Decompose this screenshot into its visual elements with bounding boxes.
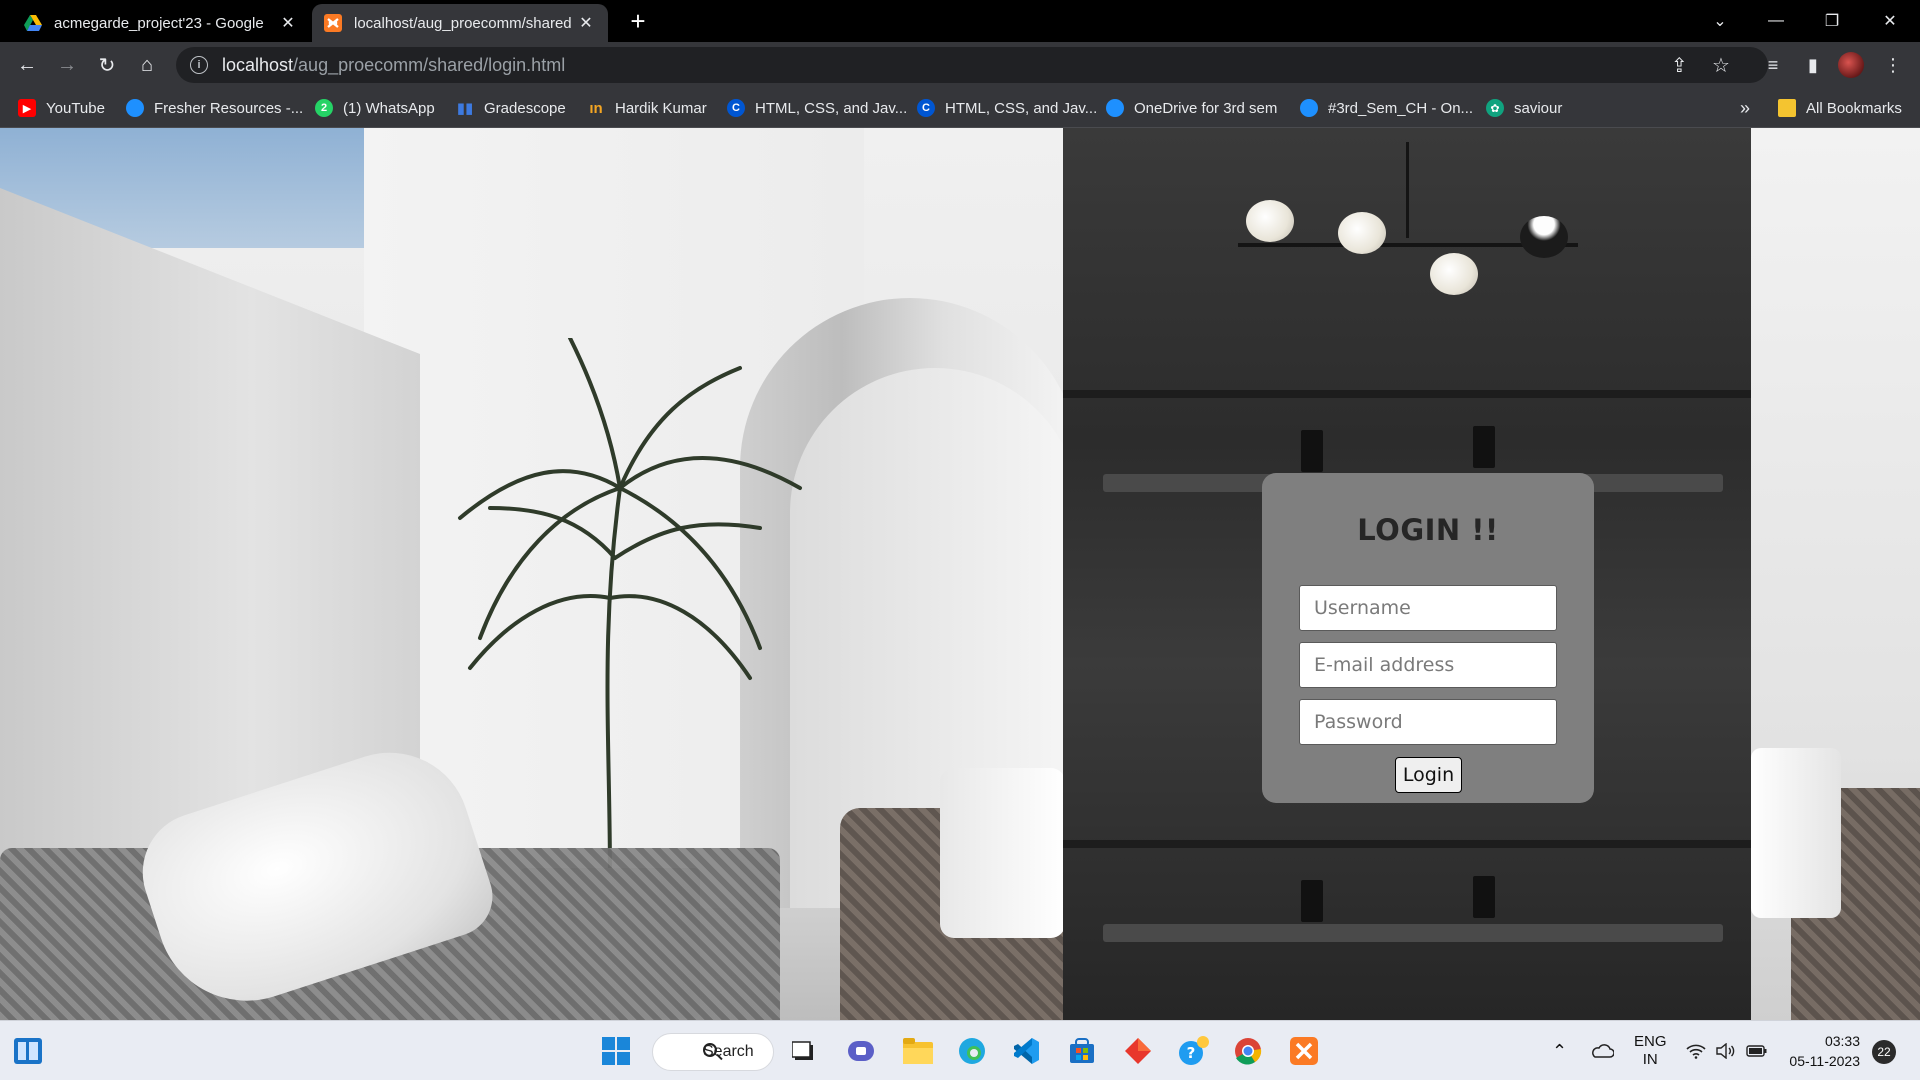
coursera-icon: C [727, 99, 745, 117]
close-tab-icon[interactable]: ✕ [576, 13, 596, 33]
username-input[interactable] [1299, 585, 1557, 631]
show-hidden-icons-icon[interactable]: ⌃ [1552, 1021, 1567, 1080]
bookmark-coursera-1[interactable]: C HTML, CSS, and Jav... [727, 97, 907, 119]
reload-icon[interactable]: ↻ [91, 49, 123, 81]
edge-icon[interactable] [956, 1035, 988, 1067]
folder-icon [1778, 99, 1796, 117]
close-tab-icon[interactable]: ✕ [278, 13, 298, 33]
volume-icon[interactable] [1716, 1021, 1736, 1080]
tab-title: acmegarde_project'23 - Google [54, 14, 264, 32]
search-icon [703, 1043, 717, 1057]
vscode-icon[interactable] [1010, 1035, 1042, 1067]
gradescope-icon: ▮▮ [456, 100, 474, 117]
bookmark-saviour[interactable]: ✿ saviour [1486, 97, 1562, 119]
git-app-icon[interactable] [1122, 1035, 1154, 1067]
tab-search-icon[interactable]: ⌄ [1692, 0, 1748, 42]
close-window-button[interactable]: ✕ [1862, 0, 1918, 42]
xampp-icon: ꟷ [324, 14, 342, 32]
clock-time: 03:33 [1824, 1033, 1860, 1049]
profile-avatar[interactable] [1838, 52, 1864, 78]
bookmarks-bar: ▶ YouTube Fresher Resources -... 2 (1) Wha… [0, 88, 1920, 128]
home-icon[interactable]: ⌂ [131, 49, 163, 81]
new-tab-button[interactable]: + [624, 8, 652, 36]
chatgpt-icon: ✿ [1486, 99, 1504, 117]
bookmarks-overflow-button[interactable]: » [1740, 97, 1750, 119]
start-icon[interactable] [600, 1035, 632, 1067]
svg-text:?: ? [1187, 1044, 1196, 1062]
forward-icon[interactable]: → [51, 49, 83, 81]
address-bar[interactable]: i localhost/aug_proecomm/shared/login.ht… [176, 47, 1768, 83]
bookmark-hardik-kumar[interactable]: ın Hardik Kumar [587, 97, 706, 119]
password-input[interactable] [1299, 699, 1557, 745]
minimize-button[interactable]: — [1748, 0, 1804, 42]
widgets-icon[interactable] [12, 1035, 44, 1067]
file-explorer-icon[interactable] [902, 1035, 934, 1067]
tab-strip: acmegarde_project'23 - Google ✕ ꟷ localh… [0, 0, 1920, 42]
share-icon[interactable]: ⇪ [1671, 53, 1688, 78]
bookmark-youtube[interactable]: ▶ YouTube [18, 97, 105, 119]
xampp-taskbar-icon[interactable] [1288, 1035, 1320, 1067]
bookmark-star-icon[interactable]: ☆ [1712, 53, 1730, 78]
browser-toolbar: ← → ↻ ⌂ i localhost/aug_proecomm/shared/… [0, 42, 1920, 88]
help-app-icon[interactable]: ? [1178, 1035, 1210, 1067]
youtube-icon: ▶ [18, 99, 36, 117]
onedrive-tray-icon[interactable] [1590, 1021, 1614, 1080]
tab-title: localhost/aug_proecomm/shared [354, 14, 572, 32]
battery-icon[interactable] [1746, 1021, 1768, 1080]
google-drive-icon [24, 14, 42, 32]
wifi-icon[interactable] [1686, 1021, 1706, 1080]
taskbar-clock[interactable]: 03:33 05-11-2023 [1780, 1031, 1860, 1071]
task-view-icon[interactable] [788, 1035, 820, 1067]
back-icon[interactable]: ← [11, 49, 43, 81]
onedrive-icon [126, 99, 144, 117]
restore-button[interactable]: ❐ [1804, 0, 1860, 42]
bookmark-3rd-sem-ch[interactable]: #3rd_Sem_CH - On... [1300, 97, 1473, 119]
menu-kebab-icon[interactable]: ⋮ [1880, 52, 1906, 78]
all-bookmarks-button[interactable]: All Bookmarks [1778, 97, 1902, 119]
bookmark-coursera-2[interactable]: C HTML, CSS, and Jav... [917, 97, 1097, 119]
chrome-icon[interactable] [1232, 1035, 1264, 1067]
clock-date: 05-11-2023 [1789, 1053, 1860, 1069]
onedrive-icon [1106, 99, 1124, 117]
bookmark-fresher-resources[interactable]: Fresher Resources -... [126, 97, 303, 119]
palm-plant-illustration [458, 338, 802, 880]
onedrive-icon [1300, 99, 1318, 117]
tab-localhost[interactable]: ꟷ localhost/aug_proecomm/shared ✕ [312, 4, 608, 42]
windows-taskbar: Search ? ⌃ ENG IN 03:33 05-11-2023 22 [0, 1020, 1920, 1080]
coursera-icon: C [917, 99, 935, 117]
page-viewport: LOGIN !! Login [0, 128, 1920, 1020]
reading-list-icon[interactable]: ≡ [1760, 52, 1786, 78]
medium-icon: ın [589, 99, 603, 117]
whatsapp-icon: 2 [315, 99, 333, 117]
taskbar-search[interactable]: Search [652, 1033, 774, 1071]
address-url: localhost/aug_proecomm/shared/login.html [222, 54, 566, 75]
side-panel-icon[interactable]: ▮ [1800, 52, 1826, 78]
login-button[interactable]: Login [1395, 757, 1462, 793]
site-info-icon[interactable]: i [190, 56, 208, 74]
tab-google-drive[interactable]: acmegarde_project'23 - Google ✕ [12, 4, 310, 42]
login-form: LOGIN !! Login [1262, 473, 1594, 803]
bookmark-whatsapp[interactable]: 2 (1) WhatsApp [315, 97, 435, 119]
language-indicator[interactable]: ENG IN [1634, 1021, 1667, 1080]
bookmark-gradescope[interactable]: ▮▮ Gradescope [456, 97, 566, 119]
email-input[interactable] [1299, 642, 1557, 688]
microsoft-store-icon[interactable] [1066, 1035, 1098, 1067]
background-image-patio-edge [1751, 128, 1920, 1020]
background-image-patio [0, 128, 1063, 1020]
bookmark-onedrive-3rd-sem[interactable]: OneDrive for 3rd sem [1106, 97, 1277, 119]
login-title: LOGIN !! [1357, 513, 1499, 547]
notification-badge[interactable]: 22 [1872, 1040, 1896, 1064]
teams-chat-icon[interactable] [846, 1035, 878, 1067]
